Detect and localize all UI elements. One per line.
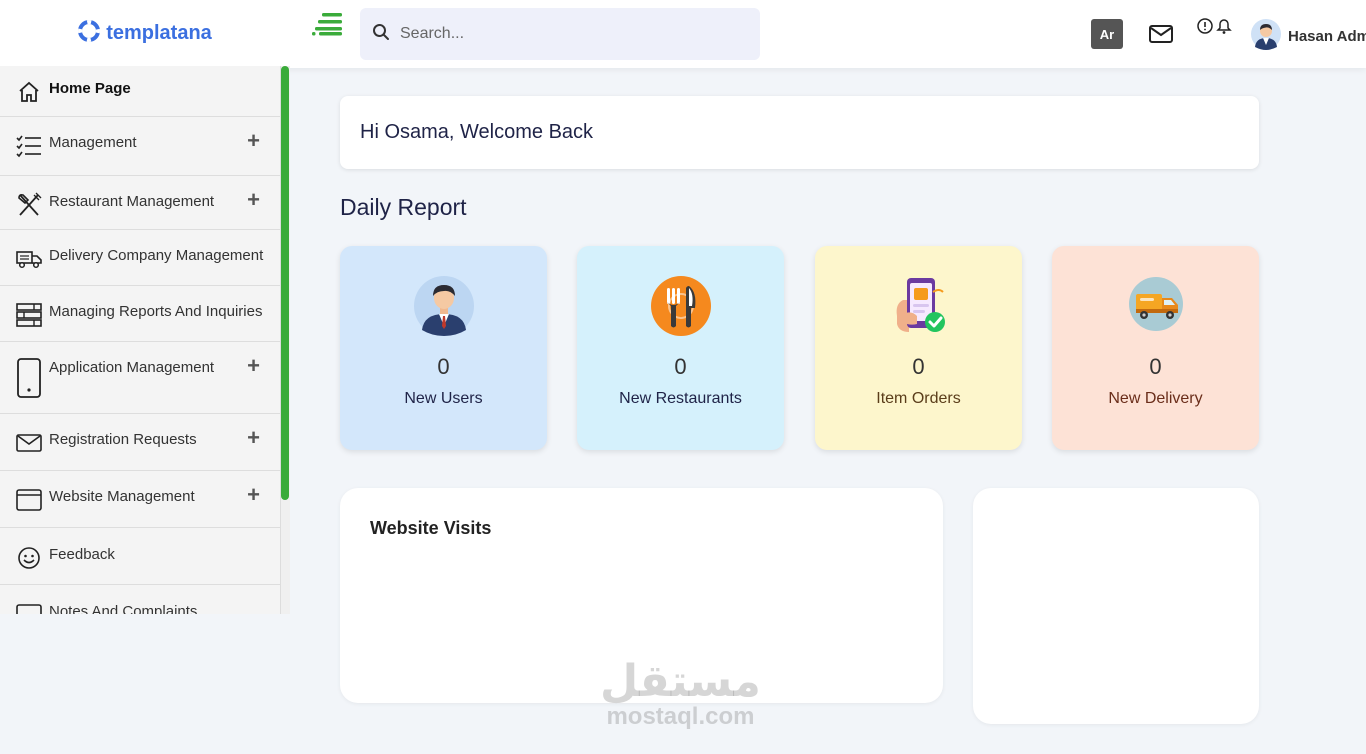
user-name: Hasan Admin xyxy=(1288,28,1366,45)
sidebar-item-label: Feedback xyxy=(49,546,115,563)
sidebar-item-restaurant-management[interactable]: Restaurant Management + xyxy=(0,176,280,230)
sidebar-item-delivery-company-management[interactable]: Delivery Company Management xyxy=(0,230,280,286)
home-icon xyxy=(16,79,42,105)
delivery-truck-icon xyxy=(1124,274,1188,338)
sidebar-item-label: Managing Reports And Inquiries xyxy=(49,303,263,320)
page-title: Daily Report xyxy=(340,194,467,220)
sidebar-item-label: Application Management xyxy=(49,359,215,376)
truck-icon xyxy=(16,246,42,272)
avatar xyxy=(1250,18,1282,55)
stat-card-new-users[interactable]: 0 New Users xyxy=(340,246,547,450)
stat-value: 0 xyxy=(1149,354,1162,379)
search-bar xyxy=(360,8,760,60)
expand-plus-icon[interactable]: + xyxy=(247,189,260,211)
user-avatar-icon xyxy=(412,274,476,338)
sidebar-item-registration-requests[interactable]: Registration Requests + xyxy=(0,414,280,471)
brand-logo[interactable]: templatana xyxy=(0,0,290,66)
envelope-icon xyxy=(16,430,42,456)
stat-card-new-delivery[interactable]: 0 New Delivery xyxy=(1052,246,1259,450)
expand-plus-icon[interactable]: + xyxy=(247,427,260,449)
stat-card-new-restaurants[interactable]: 0 New Restaurants xyxy=(577,246,784,450)
panel-title: Website Visits xyxy=(370,518,492,538)
order-phone-icon xyxy=(887,274,951,338)
stat-value: 0 xyxy=(437,354,450,379)
browser-icon xyxy=(16,487,42,513)
lifebuoy-icon xyxy=(78,19,101,47)
expand-plus-icon[interactable]: + xyxy=(247,130,260,152)
stat-label: New Restaurants xyxy=(619,390,742,407)
stat-card-item-orders[interactable]: 0 Item Orders xyxy=(815,246,1022,450)
watermark-arabic: مستقل xyxy=(600,657,761,706)
sidebar-item-label: Home Page xyxy=(49,80,131,97)
sidebar-item-label: Restaurant Management xyxy=(49,193,215,210)
phone-icon xyxy=(16,358,42,398)
stat-label: Item Orders xyxy=(876,390,961,407)
sidebar-item-website-management[interactable]: Website Management + xyxy=(0,471,280,528)
brand-name: templatana xyxy=(106,21,212,44)
smiley-icon xyxy=(16,545,42,571)
restaurant-icon xyxy=(649,274,713,338)
sidebar-item-feedback[interactable]: Feedback xyxy=(0,528,280,585)
welcome-message: Hi Osama, Welcome Back xyxy=(360,121,594,143)
sidebar-item-label: Notes And Complaints xyxy=(49,603,198,614)
search-icon xyxy=(372,23,390,46)
server-icon xyxy=(16,302,42,328)
notification-bell-icon[interactable] xyxy=(1196,16,1232,41)
sidebar-item-notes-complaints[interactable]: Notes And Complaints xyxy=(0,585,280,614)
stat-value: 0 xyxy=(912,354,925,379)
watermark-latin: mostaql.com xyxy=(606,703,755,730)
search-input[interactable] xyxy=(400,25,740,43)
expand-plus-icon[interactable]: + xyxy=(247,484,260,506)
expand-plus-icon[interactable]: + xyxy=(247,355,260,377)
watermark: مستقل mostaql.com xyxy=(600,660,761,730)
sidebar-item-reports-inquiries[interactable]: Managing Reports And Inquiries xyxy=(0,286,280,342)
menu-toggle-icon[interactable] xyxy=(312,12,344,38)
stat-label: New Users xyxy=(404,390,483,407)
mail-icon[interactable] xyxy=(1148,23,1174,50)
sidebar: Home Page Management + Restaurant Manage… xyxy=(0,66,290,614)
sidebar-item-label: Management xyxy=(49,134,137,151)
side-panel xyxy=(973,488,1259,724)
sidebar-item-application-management[interactable]: Application Management + xyxy=(0,342,280,414)
utensils-icon xyxy=(16,192,42,218)
stat-value: 0 xyxy=(674,354,687,379)
language-toggle-button[interactable]: Ar xyxy=(1091,19,1123,49)
sidebar-item-home[interactable]: Home Page xyxy=(0,66,280,117)
sidebar-item-label: Delivery Company Management xyxy=(49,247,264,264)
stat-label: New Delivery xyxy=(1108,390,1203,407)
checklist-icon xyxy=(16,133,42,159)
top-header: templatana Ar xyxy=(0,0,1366,68)
note-icon xyxy=(16,602,42,614)
sidebar-item-label: Website Management xyxy=(49,488,195,505)
user-profile-menu[interactable]: Hasan Admin xyxy=(1250,18,1366,55)
welcome-banner: Hi Osama, Welcome Back xyxy=(340,96,1259,169)
sidebar-item-management[interactable]: Management + xyxy=(0,117,280,176)
sidebar-item-label: Registration Requests xyxy=(49,431,197,448)
sidebar-scrollbar-thumb[interactable] xyxy=(281,66,289,500)
